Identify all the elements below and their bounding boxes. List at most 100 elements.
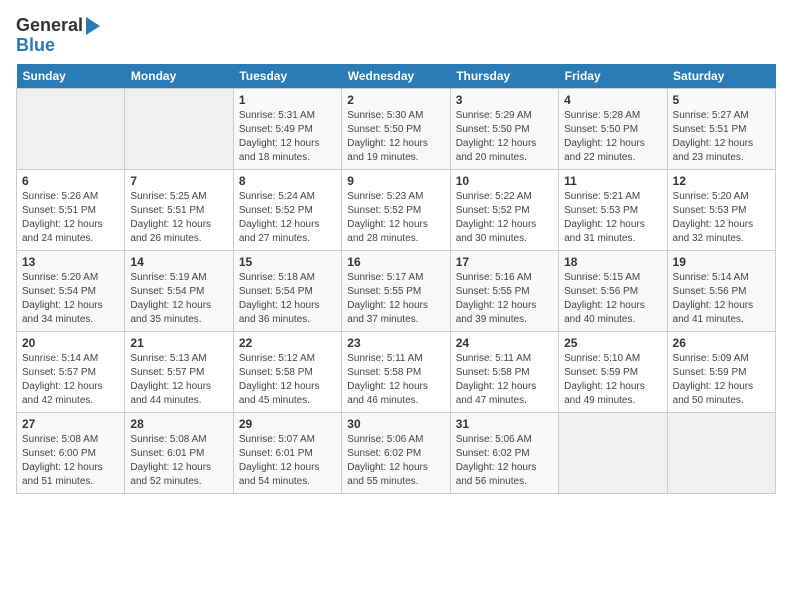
calendar-cell: 19 Sunrise: 5:14 AM Sunset: 5:56 PM Dayli… [667,250,775,331]
day-info: Sunrise: 5:12 AM Sunset: 5:58 PM Dayligh… [239,352,336,408]
day-info: Sunrise: 5:26 AM Sunset: 5:51 PM Dayligh… [22,190,119,246]
calendar-cell [17,88,125,169]
calendar-cell: 18 Sunrise: 5:15 AM Sunset: 5:56 PM Dayli… [559,250,667,331]
day-number: 30 [347,417,444,431]
day-info: Sunrise: 5:31 AM Sunset: 5:49 PM Dayligh… [239,109,336,165]
calendar-cell: 14 Sunrise: 5:19 AM Sunset: 5:54 PM Dayli… [125,250,233,331]
header-wednesday: Wednesday [342,64,450,89]
logo-blue-text: Blue [16,36,55,56]
day-number: 28 [130,417,227,431]
day-number: 16 [347,255,444,269]
calendar-cell: 20Sunrise: 5:14 AM Sunset: 5:57 PM Dayli… [17,331,125,412]
day-number: 23 [347,336,444,350]
day-info: Sunrise: 5:23 AM Sunset: 5:52 PM Dayligh… [347,190,444,246]
day-number: 18 [564,255,661,269]
day-info: Sunrise: 5:18 AM Sunset: 5:54 PM Dayligh… [239,271,336,327]
day-number: 10 [456,174,553,188]
day-info: Sunrise: 5:10 AM Sunset: 5:59 PM Dayligh… [564,352,661,408]
day-info: Sunrise: 5:27 AM Sunset: 5:51 PM Dayligh… [673,109,770,165]
header-tuesday: Tuesday [233,64,341,89]
day-number: 15 [239,255,336,269]
day-info: Sunrise: 5:15 AM Sunset: 5:56 PM Dayligh… [564,271,661,327]
day-info: Sunrise: 5:06 AM Sunset: 6:02 PM Dayligh… [456,433,553,489]
logo: General Blue [16,16,100,56]
day-info: Sunrise: 5:08 AM Sunset: 6:01 PM Dayligh… [130,433,227,489]
day-number: 19 [673,255,770,269]
header-sunday: Sunday [17,64,125,89]
calendar-cell: 4 Sunrise: 5:28 AM Sunset: 5:50 PM Daylig… [559,88,667,169]
calendar-cell: 26Sunrise: 5:09 AM Sunset: 5:59 PM Dayli… [667,331,775,412]
calendar-cell: 27Sunrise: 5:08 AM Sunset: 6:00 PM Dayli… [17,412,125,493]
day-number: 2 [347,93,444,107]
day-info: Sunrise: 5:28 AM Sunset: 5:50 PM Dayligh… [564,109,661,165]
day-number: 6 [22,174,119,188]
calendar-week-row: 13Sunrise: 5:20 AM Sunset: 5:54 PM Dayli… [17,250,776,331]
calendar-cell: 10 Sunrise: 5:22 AM Sunset: 5:52 PM Dayli… [450,169,558,250]
day-number: 24 [456,336,553,350]
day-number: 31 [456,417,553,431]
calendar-header-row: SundayMondayTuesdayWednesdayThursdayFrid… [17,64,776,89]
day-number: 12 [673,174,770,188]
day-info: Sunrise: 5:20 AM Sunset: 5:53 PM Dayligh… [673,190,770,246]
calendar-cell: 3Sunrise: 5:29 AM Sunset: 5:50 PM Daylig… [450,88,558,169]
calendar-cell: 8 Sunrise: 5:24 AM Sunset: 5:52 PM Daylig… [233,169,341,250]
calendar-week-row: 20Sunrise: 5:14 AM Sunset: 5:57 PM Dayli… [17,331,776,412]
day-number: 22 [239,336,336,350]
day-number: 13 [22,255,119,269]
calendar-cell: 28 Sunrise: 5:08 AM Sunset: 6:01 PM Dayli… [125,412,233,493]
day-info: Sunrise: 5:09 AM Sunset: 5:59 PM Dayligh… [673,352,770,408]
day-number: 1 [239,93,336,107]
calendar-cell: 29 Sunrise: 5:07 AM Sunset: 6:01 PM Dayli… [233,412,341,493]
day-info: Sunrise: 5:16 AM Sunset: 5:55 PM Dayligh… [456,271,553,327]
day-number: 4 [564,93,661,107]
day-info: Sunrise: 5:13 AM Sunset: 5:57 PM Dayligh… [130,352,227,408]
day-info: Sunrise: 5:21 AM Sunset: 5:53 PM Dayligh… [564,190,661,246]
calendar-cell: 30 Sunrise: 5:06 AM Sunset: 6:02 PM Dayli… [342,412,450,493]
day-info: Sunrise: 5:30 AM Sunset: 5:50 PM Dayligh… [347,109,444,165]
calendar-cell: 5 Sunrise: 5:27 AM Sunset: 5:51 PM Daylig… [667,88,775,169]
day-number: 5 [673,93,770,107]
calendar-cell: 9 Sunrise: 5:23 AM Sunset: 5:52 PM Daylig… [342,169,450,250]
header-thursday: Thursday [450,64,558,89]
day-number: 20 [22,336,119,350]
day-number: 29 [239,417,336,431]
calendar-cell: 7 Sunrise: 5:25 AM Sunset: 5:51 PM Daylig… [125,169,233,250]
day-number: 8 [239,174,336,188]
calendar-cell [125,88,233,169]
page-header: General Blue [16,16,776,56]
day-number: 7 [130,174,227,188]
calendar-cell: 13Sunrise: 5:20 AM Sunset: 5:54 PM Dayli… [17,250,125,331]
calendar-cell: 12 Sunrise: 5:20 AM Sunset: 5:53 PM Dayli… [667,169,775,250]
day-number: 25 [564,336,661,350]
day-info: Sunrise: 5:07 AM Sunset: 6:01 PM Dayligh… [239,433,336,489]
day-number: 17 [456,255,553,269]
header-monday: Monday [125,64,233,89]
day-info: Sunrise: 5:14 AM Sunset: 5:56 PM Dayligh… [673,271,770,327]
day-info: Sunrise: 5:22 AM Sunset: 5:52 PM Dayligh… [456,190,553,246]
day-info: Sunrise: 5:19 AM Sunset: 5:54 PM Dayligh… [130,271,227,327]
day-number: 27 [22,417,119,431]
calendar-cell: 31 Sunrise: 5:06 AM Sunset: 6:02 PM Dayli… [450,412,558,493]
calendar-table: SundayMondayTuesdayWednesdayThursdayFrid… [16,64,776,494]
calendar-week-row: 1 Sunrise: 5:31 AM Sunset: 5:49 PM Daylig… [17,88,776,169]
calendar-week-row: 27Sunrise: 5:08 AM Sunset: 6:00 PM Dayli… [17,412,776,493]
calendar-cell: 2 Sunrise: 5:30 AM Sunset: 5:50 PM Daylig… [342,88,450,169]
day-number: 11 [564,174,661,188]
calendar-cell: 21Sunrise: 5:13 AM Sunset: 5:57 PM Dayli… [125,331,233,412]
calendar-cell: 23Sunrise: 5:11 AM Sunset: 5:58 PM Dayli… [342,331,450,412]
day-info: Sunrise: 5:24 AM Sunset: 5:52 PM Dayligh… [239,190,336,246]
calendar-cell: 1 Sunrise: 5:31 AM Sunset: 5:49 PM Daylig… [233,88,341,169]
header-saturday: Saturday [667,64,775,89]
header-friday: Friday [559,64,667,89]
calendar-cell: 6 Sunrise: 5:26 AM Sunset: 5:51 PM Daylig… [17,169,125,250]
calendar-cell: 17 Sunrise: 5:16 AM Sunset: 5:55 PM Dayli… [450,250,558,331]
calendar-cell: 25 Sunrise: 5:10 AM Sunset: 5:59 PM Dayli… [559,331,667,412]
day-number: 14 [130,255,227,269]
day-info: Sunrise: 5:11 AM Sunset: 5:58 PM Dayligh… [456,352,553,408]
day-number: 9 [347,174,444,188]
calendar-cell [667,412,775,493]
day-info: Sunrise: 5:25 AM Sunset: 5:51 PM Dayligh… [130,190,227,246]
day-info: Sunrise: 5:06 AM Sunset: 6:02 PM Dayligh… [347,433,444,489]
logo-text: General [16,16,83,36]
calendar-week-row: 6 Sunrise: 5:26 AM Sunset: 5:51 PM Daylig… [17,169,776,250]
